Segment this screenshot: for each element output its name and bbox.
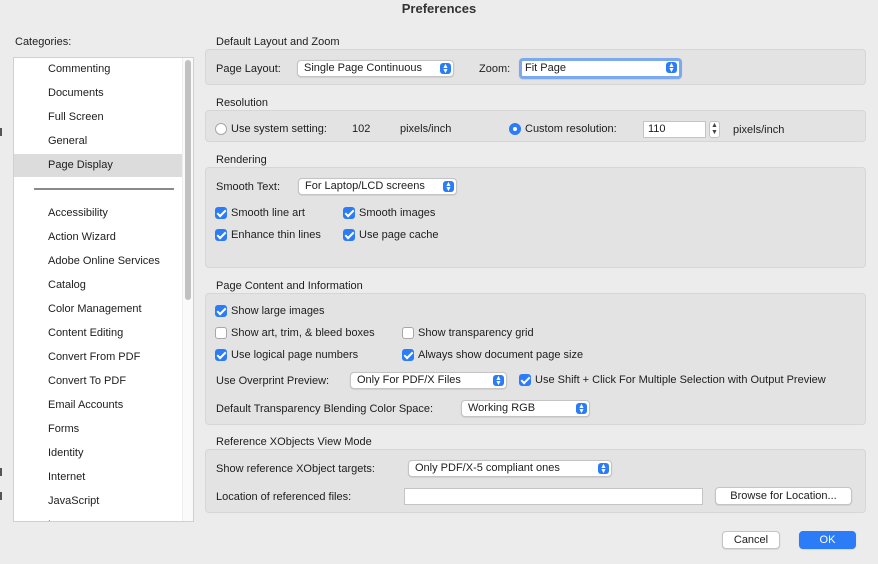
location-input[interactable] bbox=[404, 488, 703, 505]
always-show-doc-size-label: Always show document page size bbox=[418, 349, 584, 361]
custom-resolution-input[interactable]: 110 bbox=[643, 121, 706, 138]
sidebar-item-email-accounts[interactable]: Email Accounts bbox=[14, 394, 183, 417]
categories-list[interactable]: Commenting Documents Full Screen General… bbox=[13, 57, 194, 522]
sidebar-item-accessibility[interactable]: Accessibility bbox=[14, 202, 183, 225]
system-setting-label: Use system setting: bbox=[231, 123, 327, 135]
smooth-line-art-checkbox[interactable] bbox=[215, 207, 227, 219]
custom-resolution-stepper[interactable]: ▲ ▼ bbox=[709, 121, 720, 138]
smooth-images-label: Smooth images bbox=[359, 207, 436, 219]
custom-resolution-radio[interactable] bbox=[509, 123, 521, 135]
rendering-title: Rendering bbox=[216, 154, 267, 166]
enhance-thin-lines-label: Enhance thin lines bbox=[231, 229, 321, 241]
overprint-value: Only For PDF/X Files bbox=[357, 374, 461, 386]
shift-click-checkbox[interactable] bbox=[519, 374, 531, 386]
custom-resolution-unit: pixels/inch bbox=[733, 124, 785, 136]
smooth-line-art-label: Smooth line art bbox=[231, 207, 305, 219]
browse-location-button[interactable]: Browse for Location... bbox=[715, 487, 852, 505]
sidebar-item-general[interactable]: General bbox=[14, 130, 183, 153]
show-transparency-grid-label: Show transparency grid bbox=[418, 327, 534, 339]
sidebar-item-action-wizard[interactable]: Action Wizard bbox=[14, 226, 183, 249]
blending-value: Working RGB bbox=[468, 402, 536, 414]
show-large-images-checkbox[interactable] bbox=[215, 305, 227, 317]
logical-page-numbers-label: Use logical page numbers bbox=[231, 349, 359, 361]
edge-mark bbox=[0, 128, 2, 136]
sidebar-item-javascript[interactable]: JavaScript bbox=[14, 490, 183, 513]
sidebar-item-convert-from-pdf[interactable]: Convert From PDF bbox=[14, 346, 183, 369]
show-transparency-grid-checkbox[interactable] bbox=[402, 327, 414, 339]
sidebar-scrollbar[interactable] bbox=[182, 58, 193, 521]
popup-chevron-icon: ▲ ▼ bbox=[666, 62, 677, 74]
popup-chevron-icon: ▲ ▼ bbox=[598, 463, 609, 475]
xobjects-title: Reference XObjects View Mode bbox=[216, 436, 372, 448]
page-layout-value: Single Page Continuous bbox=[304, 62, 423, 74]
edge-mark bbox=[0, 492, 2, 500]
overprint-label: Use Overprint Preview: bbox=[216, 375, 330, 387]
sidebar-item-page-display[interactable]: Page Display bbox=[14, 154, 183, 177]
sidebar-item-adobe-online-services[interactable]: Adobe Online Services bbox=[14, 250, 183, 273]
sidebar-item-internet[interactable]: Internet bbox=[14, 466, 183, 489]
sidebar-divider bbox=[34, 188, 174, 190]
resolution-title: Resolution bbox=[216, 97, 268, 109]
categories-label: Categories: bbox=[15, 36, 72, 48]
xobject-targets-value: Only PDF/X-5 compliant ones bbox=[415, 462, 560, 474]
show-art-trim-checkbox[interactable] bbox=[215, 327, 227, 339]
window-title: Preferences bbox=[401, 1, 477, 16]
use-page-cache-label: Use page cache bbox=[359, 229, 439, 241]
shift-click-label: Use Shift + Click For Multiple Selection… bbox=[535, 374, 826, 386]
layout-zoom-title: Default Layout and Zoom bbox=[216, 36, 340, 48]
system-setting-value: 102 bbox=[352, 123, 371, 135]
blending-popup[interactable]: Working RGB ▲ ▼ bbox=[461, 400, 590, 417]
zoom-value: Fit Page bbox=[525, 62, 566, 74]
enhance-thin-lines-checkbox[interactable] bbox=[215, 229, 227, 241]
smooth-text-value: For Laptop/LCD screens bbox=[305, 180, 425, 192]
use-page-cache-checkbox[interactable] bbox=[343, 229, 355, 241]
overprint-popup[interactable]: Only For PDF/X Files ▲ ▼ bbox=[350, 372, 507, 389]
ok-button[interactable]: OK bbox=[799, 531, 856, 549]
sidebar-item-color-management[interactable]: Color Management bbox=[14, 298, 183, 321]
show-large-images-label: Show large images bbox=[231, 305, 325, 317]
zoom-popup[interactable]: Fit Page ▲ ▼ bbox=[519, 58, 682, 79]
sidebar-item-identity[interactable]: Identity bbox=[14, 442, 183, 465]
system-setting-unit: pixels/inch bbox=[400, 123, 452, 135]
sidebar-item-content-editing[interactable]: Content Editing bbox=[14, 322, 183, 345]
popup-chevron-icon: ▲ ▼ bbox=[443, 181, 454, 193]
smooth-images-checkbox[interactable] bbox=[343, 207, 355, 219]
content-info-title: Page Content and Information bbox=[216, 280, 363, 292]
sidebar-item-commenting[interactable]: Commenting bbox=[14, 58, 183, 81]
page-layout-label: Page Layout: bbox=[216, 63, 281, 75]
custom-resolution-label: Custom resolution: bbox=[525, 123, 617, 135]
popup-chevron-icon: ▲ ▼ bbox=[576, 403, 587, 415]
show-art-trim-label: Show art, trim, & bleed boxes bbox=[231, 327, 375, 339]
xobject-targets-popup[interactable]: Only PDF/X-5 compliant ones ▲ ▼ bbox=[408, 460, 612, 477]
edge-mark bbox=[0, 468, 2, 476]
always-show-doc-size-checkbox[interactable] bbox=[402, 349, 414, 361]
sidebar-item-convert-to-pdf[interactable]: Convert To PDF bbox=[14, 370, 183, 393]
blending-label: Default Transparency Blending Color Spac… bbox=[216, 403, 434, 415]
system-setting-radio[interactable] bbox=[215, 123, 227, 135]
zoom-label: Zoom: bbox=[479, 63, 511, 75]
logical-page-numbers-checkbox[interactable] bbox=[215, 349, 227, 361]
xobject-targets-label: Show reference XObject targets: bbox=[216, 463, 375, 475]
sidebar-item-forms[interactable]: Forms bbox=[14, 418, 183, 441]
cancel-button[interactable]: Cancel bbox=[722, 531, 780, 549]
sidebar-scroll-thumb[interactable] bbox=[185, 60, 191, 300]
popup-chevron-icon: ▲ ▼ bbox=[493, 375, 504, 387]
smooth-text-popup[interactable]: For Laptop/LCD screens ▲ ▼ bbox=[298, 178, 457, 195]
sidebar-item-catalog[interactable]: Catalog bbox=[14, 274, 183, 297]
page-layout-popup[interactable]: Single Page Continuous ▲ ▼ bbox=[297, 60, 454, 77]
popup-chevron-icon: ▲ ▼ bbox=[440, 63, 451, 75]
sidebar-item-documents[interactable]: Documents bbox=[14, 82, 183, 105]
smooth-text-label: Smooth Text: bbox=[216, 181, 280, 193]
location-label: Location of referenced files: bbox=[216, 491, 352, 503]
sidebar-item-partial[interactable]: L... bbox=[14, 514, 183, 521]
sidebar-item-full-screen[interactable]: Full Screen bbox=[14, 106, 183, 129]
